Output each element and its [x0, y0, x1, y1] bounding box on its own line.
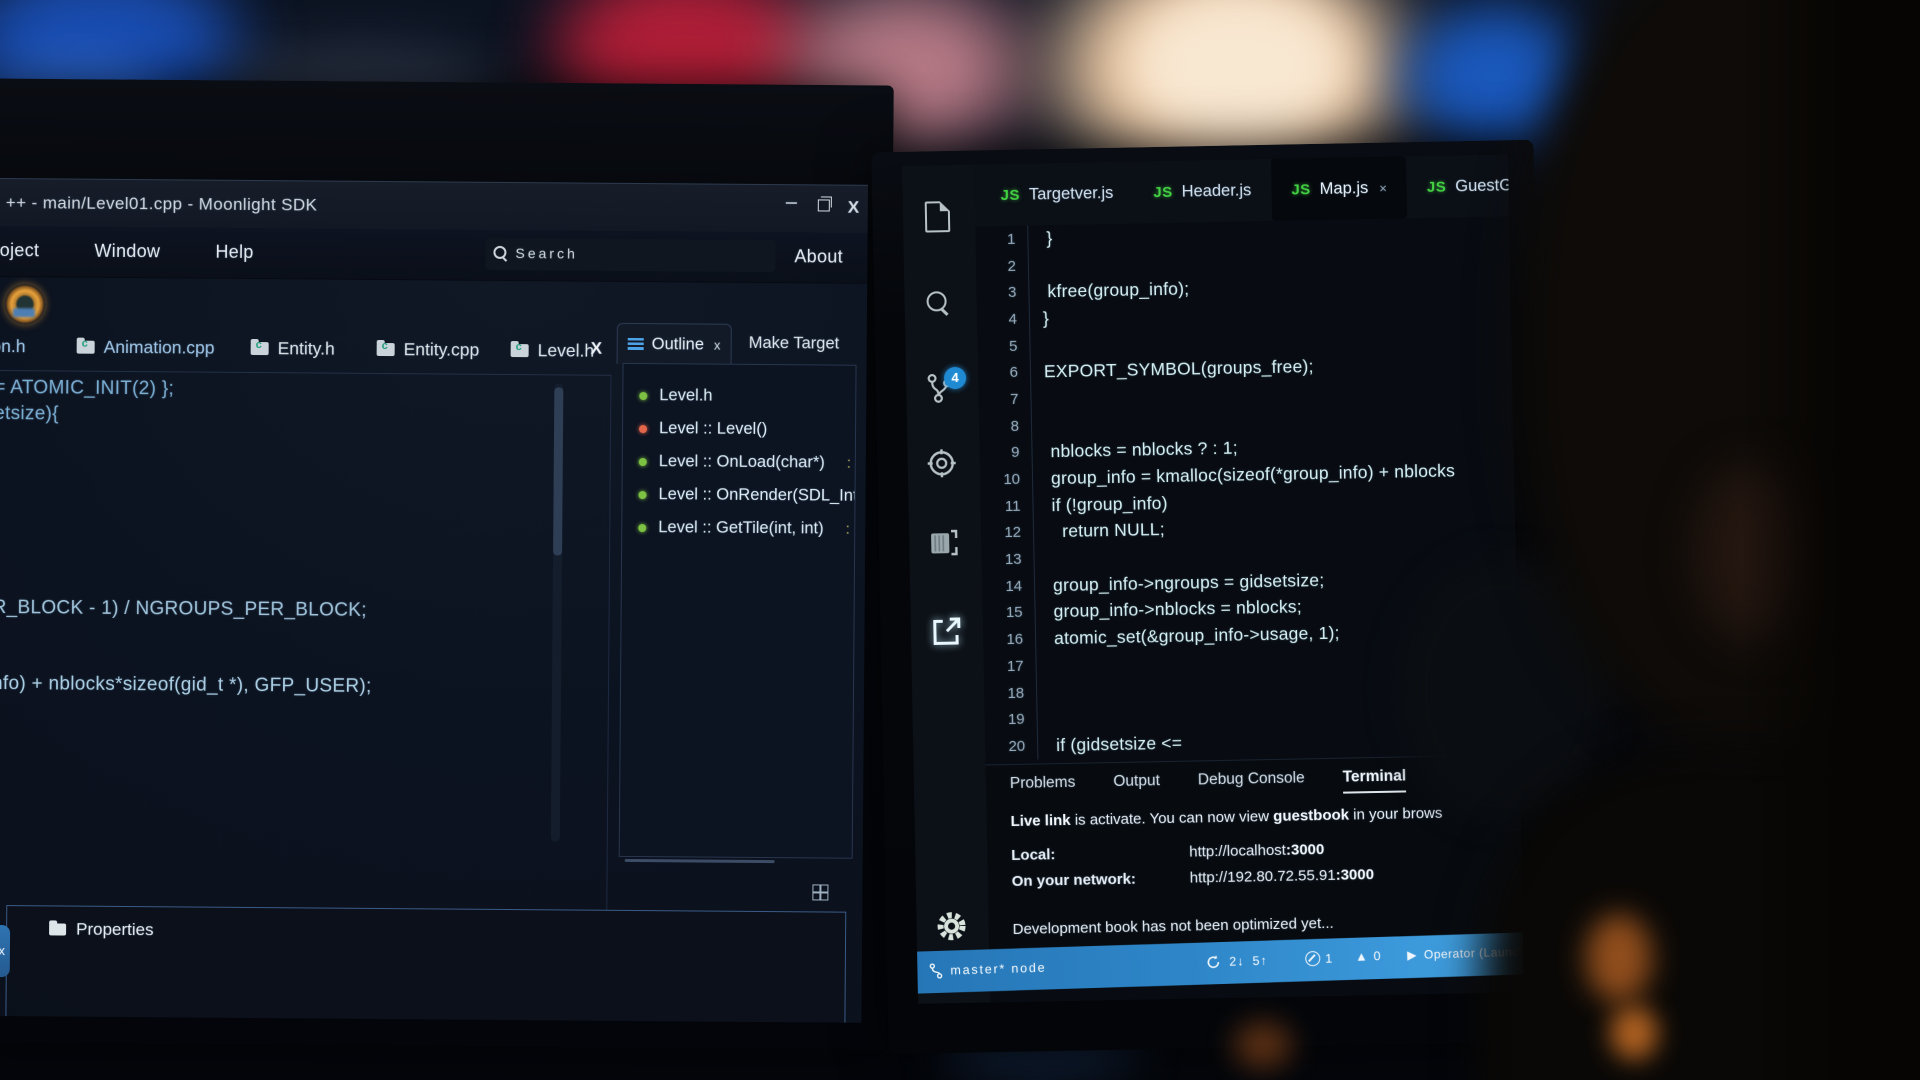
- error-icon: [1305, 951, 1320, 966]
- tab-make-target[interactable]: Make Target: [749, 334, 840, 354]
- tab-targetver-js[interactable]: JSTargetver.js: [980, 162, 1134, 227]
- bokeh-light: [1234, 1022, 1292, 1068]
- sync-item[interactable]: 2↓ 5↑: [1205, 953, 1268, 971]
- local-url-link[interactable]: http://localhost:3000: [1189, 841, 1324, 861]
- network-url-link[interactable]: http://192.80.72.55.91:3000: [1190, 866, 1375, 887]
- js-badge-icon: JS: [1427, 178, 1447, 195]
- menu-help[interactable]: Help: [215, 242, 253, 263]
- folder-icon: [49, 923, 66, 935]
- tab-debug-console[interactable]: Debug Console: [1198, 769, 1305, 796]
- warning-icon: ▲: [1355, 949, 1369, 963]
- outline-item[interactable]: Level :: GetTile(int, int):: [638, 518, 850, 539]
- menu-window[interactable]: Window: [94, 241, 160, 263]
- warnings-item[interactable]: ▲ 0: [1355, 949, 1382, 964]
- tab-problems[interactable]: Problems: [1010, 774, 1076, 800]
- outline-item[interactable]: Level :: OnRender(SDL_Inte: [638, 485, 856, 506]
- js-badge-icon: JS: [1000, 186, 1020, 203]
- layout-grid-icon[interactable]: [812, 884, 828, 900]
- search-icon: [493, 246, 506, 259]
- outline-item[interactable]: Level.h: [639, 386, 712, 406]
- bokeh-light: [1610, 1006, 1658, 1060]
- hscrollbar-thumb[interactable]: [625, 859, 775, 863]
- tab-properties[interactable]: Properties: [49, 919, 154, 940]
- window-title: ++ - main/Level01.cpp - Moonlight SDK: [6, 193, 318, 215]
- bokeh-light: [1586, 914, 1652, 1002]
- tab-terminal[interactable]: Terminal: [1343, 767, 1407, 793]
- settings-gear-icon[interactable]: [934, 909, 969, 944]
- minimize-button[interactable]: –: [786, 191, 797, 214]
- tab-level-h[interactable]: Level.h: [511, 340, 595, 362]
- search-input[interactable]: Search: [485, 238, 775, 272]
- right-edge-shadow: [1740, 0, 1920, 1080]
- tab-output[interactable]: Output: [1113, 772, 1160, 798]
- extensions-icon[interactable]: [927, 527, 960, 560]
- symbol-dot-icon: [639, 392, 647, 400]
- code-line: R_BLOCK - 1) / NGROUPS_PER_BLOCK;: [0, 597, 367, 622]
- outline-list: Level.h Level :: Level() Level :: OnLoad…: [619, 363, 857, 859]
- search-icon[interactable]: [926, 291, 946, 311]
- run-debug-icon[interactable]: [925, 447, 958, 480]
- scrollbar-thumb[interactable]: [553, 387, 563, 555]
- outline-panel: Outline x Make Target Level.h Level :: L…: [613, 323, 863, 873]
- terminal-note-line: Development book has not been optimized …: [1013, 915, 1334, 938]
- outline-item[interactable]: Level :: Level(): [639, 419, 767, 439]
- app-badge-icon[interactable]: [5, 284, 45, 324]
- tab-close-button[interactable]: X: [591, 339, 603, 359]
- tab-outline[interactable]: Outline x: [617, 323, 732, 365]
- outline-list-icon: [628, 338, 644, 350]
- editor-tab-bar: JSTargetver.js JSHeader.js JSMap.js× JSG…: [974, 154, 1515, 226]
- external-link-icon[interactable]: [929, 615, 964, 650]
- title-bar: ++ - main/Level01.cpp - Moonlight SDK – …: [0, 178, 868, 234]
- panel-tab-bar: Problems Output Debug Console Terminal: [1010, 767, 1407, 800]
- left-monitor-screen: ++ - main/Level01.cpp - Moonlight SDK – …: [0, 178, 868, 1023]
- file-icon: [377, 343, 395, 356]
- play-icon: ▶: [1407, 948, 1417, 962]
- sync-icon: [1205, 954, 1221, 970]
- menu-about[interactable]: About: [794, 246, 843, 267]
- search-placeholder: Search: [515, 245, 577, 261]
- editor-tab-strip: tion.h Animation.cpp Entity.h Entity.cpp…: [0, 332, 611, 375]
- tab-animation-h[interactable]: tion.h: [0, 336, 26, 357]
- close-button[interactable]: X: [848, 198, 860, 218]
- tab-close-icon[interactable]: ×: [1379, 180, 1387, 195]
- file-icon: [77, 341, 95, 354]
- code-editor[interactable]: = ATOMIC_INIT(2) }; etsize){ R_BLOCK - 1…: [0, 370, 611, 911]
- tab-map-js[interactable]: JSMap.js×: [1271, 156, 1408, 221]
- right-monitor-screen: 4 JSTargetver.js JSHea: [902, 154, 1524, 1003]
- outline-item[interactable]: Level :: OnLoad(char*):: [639, 452, 851, 473]
- tab-entity-cpp[interactable]: Entity.cpp: [377, 339, 480, 361]
- code-line: = ATOMIC_INIT(2) };: [0, 377, 174, 400]
- file-icon: [511, 344, 529, 357]
- errors-item[interactable]: 1: [1305, 951, 1333, 967]
- js-badge-icon: JS: [1291, 181, 1311, 198]
- terminal-local-line: Local: http://localhost:3000: [1011, 841, 1324, 864]
- js-badge-icon: JS: [1153, 183, 1173, 200]
- explorer-icon[interactable]: [925, 201, 951, 232]
- scm-badge: 4: [944, 367, 966, 389]
- file-icon: [251, 342, 269, 355]
- menu-project[interactable]: roject: [0, 240, 39, 261]
- git-branch-icon: [929, 963, 942, 979]
- code-line: nfo) + nblocks*sizeof(gid_t *), GFP_USER…: [0, 673, 372, 698]
- symbol-dot-icon: [639, 425, 647, 433]
- maximize-button[interactable]: [818, 199, 831, 212]
- symbol-dot-icon: [639, 458, 647, 466]
- git-branch-item[interactable]: master* node: [929, 960, 1046, 980]
- symbol-dot-icon: [638, 524, 646, 532]
- menu-bar: roject Window Help Search About: [0, 226, 868, 284]
- symbol-dot-icon: [639, 491, 647, 499]
- outline-close-icon[interactable]: x: [714, 337, 721, 352]
- terminal-network-line: On your network: http://192.80.72.55.91:…: [1012, 866, 1375, 890]
- tab-animation-cpp[interactable]: Animation.cpp: [77, 337, 215, 359]
- terminal-live-line: Live link is activate. You can now view …: [1010, 803, 1510, 830]
- tab-header-js[interactable]: JSHeader.js: [1133, 159, 1272, 224]
- photo-scene: ++ - main/Level01.cpp - Moonlight SDK – …: [0, 0, 1920, 1080]
- properties-panel: Properties: [5, 905, 846, 1023]
- tab-entity-h[interactable]: Entity.h: [251, 338, 335, 360]
- side-mini-tab[interactable]: x: [0, 925, 10, 977]
- code-line: etsize){: [0, 403, 59, 426]
- tab-guestgrid-js[interactable]: JSGuestGrid.js: [1406, 154, 1524, 218]
